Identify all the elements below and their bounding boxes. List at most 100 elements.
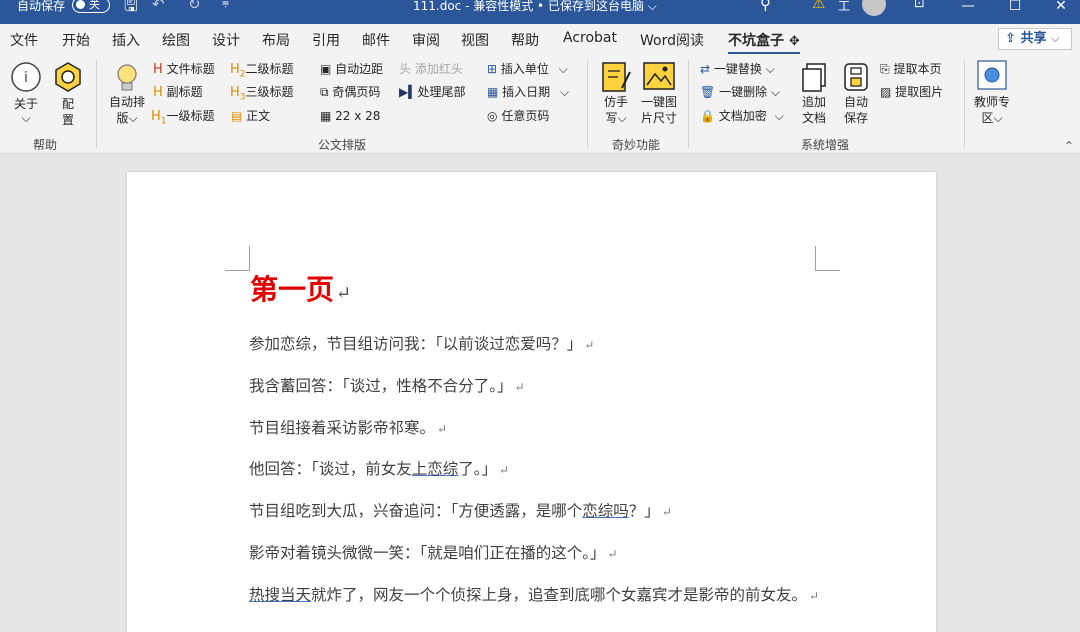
paragraph[interactable]: 影帝对着镜头微微一笑：「就是咱们正在播的这个。」 ↵	[249, 541, 618, 563]
minimize-icon[interactable]: —	[945, 0, 991, 24]
heading-icon: H	[153, 62, 163, 77]
lock-icon: 🔒	[700, 109, 715, 123]
close-icon[interactable]: ✕	[1038, 0, 1080, 24]
add-red-head-button[interactable]: 头 添加红头	[399, 61, 463, 77]
tab-mailings[interactable]: 邮件	[362, 30, 390, 50]
body-text-button[interactable]: ▤ 正文	[231, 108, 270, 124]
subtitle-button[interactable]: H 副标题	[153, 84, 203, 101]
customize-qat-icon[interactable]: ⩦	[222, 0, 229, 10]
heading-icon: H	[153, 85, 163, 100]
grid-icon: ▦	[320, 109, 332, 123]
h2-button[interactable]: H2二级标题	[230, 61, 294, 83]
paragraph-mark-icon: ↵	[809, 589, 820, 603]
tab-references[interactable]: 引用	[312, 30, 340, 50]
tab-help[interactable]: 帮助	[511, 30, 539, 50]
chevron-down-icon: ⌵	[560, 85, 570, 99]
tab-insert[interactable]: 插入	[112, 30, 140, 50]
h3-label: 三级标题	[245, 85, 294, 99]
any-page-number-button[interactable]: ◎ 任意页码	[487, 108, 549, 124]
paragraph-mark-icon: ↵	[336, 283, 352, 304]
avatar[interactable]	[862, 0, 886, 16]
underlined-phrase: 热搜当天	[249, 586, 312, 604]
encrypt-document-button[interactable]: 🔒 文档加密 ⌵	[700, 108, 784, 124]
doc-title-button[interactable]: H 文件标题	[153, 61, 215, 78]
share-button[interactable]: ⇪ 共享 ⌵	[998, 28, 1072, 50]
maximize-icon[interactable]: ☐	[992, 0, 1038, 24]
paragraph[interactable]: 参加恋综，节目组访问我：「以前谈过恋爱吗？」 ↵	[249, 332, 594, 354]
ribbon: i 关于 ⌵ 配 置 帮助 自动排 版⌵ H 文件标题 H 副标题 H1一级标题…	[0, 54, 1080, 154]
autosave-toggle[interactable]: 关	[72, 0, 110, 13]
extract-page-label: 提取本页	[893, 62, 942, 76]
paragraph-text: 就炸了，网友一个个侦探上身，追查到底哪个女嘉宾才是影帝的前女友。	[311, 586, 808, 604]
warning-icon[interactable]: ⚠	[812, 0, 825, 12]
extract-page-icon: ⎘	[880, 62, 890, 76]
margin-corner-mark	[815, 246, 840, 271]
page-number-icon: ⧉	[320, 85, 329, 99]
paragraph[interactable]: 节目组接着采访影帝祁寒。 ↵	[249, 416, 447, 438]
odd-even-page-button[interactable]: ⧉ 奇偶页码	[320, 84, 380, 100]
handwrite-icon	[602, 62, 631, 92]
insert-unit-label: 插入单位	[500, 62, 549, 76]
group-separator	[587, 60, 588, 148]
auto-layout-label: 自动排 版⌵	[108, 95, 145, 125]
ribbon-display-icon[interactable]: ⊡	[914, 0, 925, 11]
title-bar: 自动保存 关 🖫 ↶ ↻ ⩦ 111.doc - 兼容性模式 • 已保存到这台电…	[0, 0, 1080, 24]
replace-label: 一键替换	[713, 62, 762, 76]
process-tail-button[interactable]: ▶▍处理尾部	[399, 84, 465, 100]
extract-image-button[interactable]: ▨ 提取图片	[880, 84, 943, 100]
tab-home[interactable]: 开始	[62, 30, 90, 50]
paragraph-mark-icon: ↵	[514, 380, 525, 394]
underlined-phrase: 恋综吗	[582, 502, 629, 520]
paragraph-text: 我含蓄回答：「谈过，性格不合分了。」	[249, 377, 513, 395]
doc-title-label: 文件标题	[166, 62, 215, 76]
group-separator	[688, 60, 689, 148]
grid-button[interactable]: ▦ 22 x 28	[320, 108, 380, 124]
odd-even-label: 奇偶页码	[332, 85, 381, 99]
group-label-system: 系统增强	[801, 138, 850, 152]
paragraph[interactable]: 我含蓄回答：「谈过，性格不合分了。」 ↵	[249, 374, 525, 396]
image-size-icon	[643, 62, 675, 90]
add-red-head-label: 添加红头	[414, 62, 463, 76]
tab-draw[interactable]: 绘图	[162, 30, 190, 50]
replace-icon: ⇄	[700, 62, 711, 76]
search-icon[interactable]: ⚲	[760, 0, 771, 13]
tab-design[interactable]: 设计	[212, 30, 240, 50]
save-icon[interactable]: 🖫	[124, 0, 138, 22]
tab-bukeng-box[interactable]: 不坑盒子 ✥	[728, 30, 800, 55]
tab-word-reading[interactable]: Word阅读	[640, 30, 704, 50]
auto-margin-button[interactable]: ▣ 自动边距	[320, 61, 383, 77]
tab-layout[interactable]: 布局	[262, 30, 290, 50]
paragraph[interactable]: 热搜当天就炸了，网友一个个侦探上身，追查到底哪个女嘉宾才是影帝的前女友。 ↵	[249, 583, 819, 605]
chevron-down-icon: ⌵	[1050, 32, 1060, 45]
paragraph-mark-icon: ↵	[499, 463, 510, 477]
h2-label: 二级标题	[245, 62, 294, 76]
h1-button[interactable]: H1一级标题	[151, 108, 215, 130]
tab-view[interactable]: 视图	[461, 30, 489, 50]
document-heading[interactable]: 第一页 ↵	[250, 268, 351, 308]
tab-file[interactable]: 文件	[10, 30, 38, 50]
h3-button[interactable]: H3三级标题	[230, 84, 294, 106]
collapse-ribbon-icon[interactable]: ⌃	[1064, 138, 1074, 154]
tab-acrobat[interactable]: Acrobat	[563, 30, 617, 46]
redo-icon[interactable]: ↻	[188, 0, 201, 13]
tab-review[interactable]: 审阅	[412, 30, 440, 50]
red-head-icon: 头	[399, 62, 412, 76]
extract-page-button[interactable]: ⎘ 提取本页	[880, 61, 941, 77]
paragraph-text: 节目组接着采访影帝祁寒。	[249, 419, 436, 437]
paragraph[interactable]: 他回答：「谈过，前女友上恋综了。」 ↵	[249, 457, 509, 479]
paragraph[interactable]: 节目组吃到大瓜，兴奋追问：「方便透露，是哪个恋综吗？」 ↵	[249, 499, 672, 521]
append-doc-label: 追加 文档	[801, 95, 826, 125]
insert-unit-button[interactable]: ⊞ 插入单位 ⌵	[487, 61, 568, 77]
unit-icon: ⊞	[487, 62, 498, 76]
document-page[interactable]: 第一页 ↵ 参加恋综，节目组访问我：「以前谈过恋爱吗？」 ↵ 我含蓄回答：「谈过，性…	[127, 172, 936, 632]
margin-icon: ▣	[320, 62, 332, 76]
lightbulb-icon	[117, 64, 137, 91]
trash-icon: 🗑	[700, 85, 716, 99]
insert-date-button[interactable]: ▦ 插入日期 ⌵	[487, 84, 569, 100]
user-name[interactable]: 工	[838, 0, 850, 14]
handwrite-label: 仿手 写⌵	[603, 95, 628, 125]
one-click-replace-button[interactable]: ⇄ 一键替换 ⌵	[700, 61, 775, 77]
insert-date-label: 插入日期	[502, 85, 551, 99]
one-click-delete-button[interactable]: 🗑 一键删除 ⌵	[700, 84, 780, 100]
undo-icon[interactable]: ↶	[152, 0, 165, 13]
